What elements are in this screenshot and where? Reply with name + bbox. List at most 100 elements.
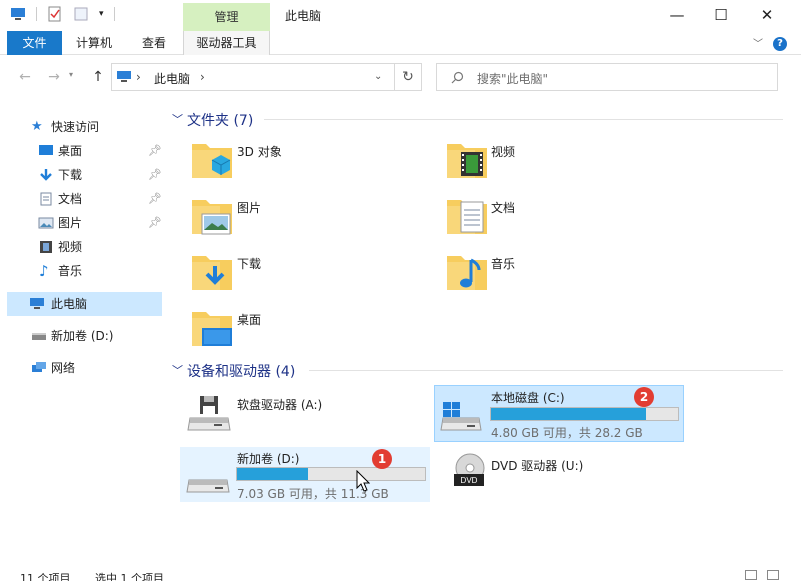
- sidebar-item-label: 文档: [58, 192, 83, 206]
- mouse-cursor-icon: [356, 470, 370, 492]
- documents-folder-icon[interactable]: [445, 194, 489, 238]
- drive-icon: [186, 479, 230, 493]
- collapse-icon[interactable]: ﹀: [172, 111, 183, 127]
- drive-c-tile[interactable]: 本地磁盘 (C:) 4.80 GB 可用，共 28.2 GB 2: [434, 385, 684, 442]
- folder-label[interactable]: 下载: [237, 255, 261, 272]
- folder-label[interactable]: 桌面: [237, 311, 261, 328]
- item-count: 11 个项目: [20, 572, 71, 581]
- recent-locations-icon[interactable]: ▾: [69, 70, 73, 79]
- tiles-view-icon[interactable]: [767, 570, 779, 580]
- dvd-drive-icon[interactable]: DVD: [452, 452, 488, 488]
- pictures-folder-icon[interactable]: [190, 194, 234, 238]
- picture-icon: [38, 217, 54, 229]
- breadcrumb-sep[interactable]: ›: [136, 70, 141, 84]
- sidebar-item-videos[interactable]: 视频: [0, 235, 162, 259]
- document-icon: [40, 192, 52, 206]
- search-placeholder: 搜索"此电脑": [477, 72, 549, 86]
- sidebar-item-label: 视频: [58, 240, 83, 254]
- sidebar-item-this-pc[interactable]: 此电脑: [7, 292, 162, 316]
- tab-view[interactable]: 查看: [134, 31, 174, 55]
- divider: [113, 7, 115, 21]
- sidebar-item-label: 此电脑: [51, 297, 88, 311]
- music-folder-icon[interactable]: [445, 250, 489, 294]
- properties-icon[interactable]: [47, 6, 63, 22]
- step-badge: 2: [634, 387, 654, 407]
- video-icon: [40, 241, 52, 253]
- close-button[interactable]: ✕: [754, 4, 780, 26]
- quick-access-toolbar: ▾: [10, 6, 115, 22]
- pin-icon[interactable]: 📌︎: [148, 163, 162, 187]
- ribbon-tabs: 文件 计算机 查看 驱动器工具 ﹀ ?: [0, 31, 801, 55]
- search-input[interactable]: 搜索"此电脑": [436, 63, 778, 91]
- sidebar-item-downloads[interactable]: 下载 📌︎: [0, 163, 162, 187]
- customize-qat-icon[interactable]: ▾: [99, 9, 104, 19]
- sidebar-item-quick-access[interactable]: ★ 快速访问: [0, 115, 162, 139]
- star-icon: ★: [31, 119, 43, 134]
- svg-text:DVD: DVD: [461, 476, 478, 485]
- search-icon: [451, 71, 464, 84]
- sidebar-item-label: 新加卷 (D:): [51, 329, 114, 343]
- pin-icon[interactable]: 📌︎: [148, 187, 162, 211]
- collapse-icon[interactable]: ﹀: [172, 362, 183, 378]
- folder-label[interactable]: 3D 对象: [237, 143, 282, 160]
- forward-button[interactable]: →: [44, 66, 64, 88]
- sidebar-item-network[interactable]: 网络: [0, 356, 162, 380]
- breadcrumb-sep[interactable]: ›: [200, 70, 205, 84]
- videos-folder-icon[interactable]: [445, 138, 489, 182]
- maximize-button[interactable]: ☐: [708, 4, 734, 26]
- refresh-button[interactable]: ↻: [395, 63, 422, 91]
- new-folder-icon[interactable]: [73, 6, 89, 22]
- back-button[interactable]: ←: [15, 66, 35, 88]
- computer-icon: [117, 71, 131, 82]
- computer-icon: [30, 298, 44, 309]
- 3d-objects-icon[interactable]: [190, 138, 234, 182]
- desktop-folder-icon[interactable]: [190, 306, 234, 350]
- tab-computer[interactable]: 计算机: [70, 31, 118, 55]
- drive-usage-bar: [236, 467, 426, 481]
- sidebar-item-label: 音乐: [58, 264, 83, 278]
- ribbon-expand-icon[interactable]: ﹀: [753, 35, 763, 50]
- sidebar-item-new-volume[interactable]: 新加卷 (D:): [0, 324, 162, 348]
- tab-drive-tools[interactable]: 驱动器工具: [183, 31, 270, 55]
- folder-label[interactable]: 图片: [237, 199, 261, 216]
- minimize-button[interactable]: —: [664, 4, 690, 26]
- pin-icon[interactable]: 📌︎: [148, 139, 162, 163]
- group-header-drives[interactable]: 设备和驱动器 (4): [187, 361, 295, 381]
- address-dropdown-icon[interactable]: ⌄: [374, 71, 382, 82]
- sidebar-item-desktop[interactable]: 桌面 📌︎: [0, 139, 162, 163]
- window-title: 此电脑: [285, 9, 322, 23]
- downloads-folder-icon[interactable]: [190, 250, 234, 294]
- floppy-drive-icon[interactable]: [186, 392, 232, 434]
- up-button[interactable]: ↑: [88, 66, 108, 88]
- help-icon[interactable]: ?: [773, 37, 787, 51]
- desktop-icon: [39, 145, 53, 155]
- sidebar-item-label: 图片: [58, 216, 83, 230]
- status-bar: 11 个项目 选中 1 个项目: [0, 568, 801, 581]
- tab-file[interactable]: 文件: [7, 31, 62, 55]
- sidebar-item-documents[interactable]: 文档 📌︎: [0, 187, 162, 211]
- drive-label[interactable]: 软盘驱动器 (A:): [237, 396, 322, 413]
- pin-icon[interactable]: 📌︎: [148, 211, 162, 235]
- sidebar-item-pictures[interactable]: 图片 📌︎: [0, 211, 162, 235]
- sidebar-item-label: 下载: [58, 168, 83, 182]
- drive-free-space: 4.80 GB 可用，共 28.2 GB: [491, 426, 643, 440]
- group-header-folders[interactable]: 文件夹 (7): [187, 110, 253, 130]
- sidebar-item-label: 网络: [51, 361, 76, 375]
- breadcrumb[interactable]: 此电脑: [154, 70, 190, 87]
- title-bar: ▾ 管理 此电脑 — ☐ ✕: [0, 0, 801, 31]
- music-icon: ♪: [39, 262, 49, 280]
- computer-icon[interactable]: [10, 6, 26, 22]
- tab-manage[interactable]: 管理: [183, 3, 270, 31]
- drive-label: 新加卷 (D:): [237, 452, 300, 466]
- selected-count: 选中 1 个项目: [95, 572, 164, 581]
- address-bar[interactable]: › 此电脑 › ⌄: [111, 63, 395, 91]
- folder-label[interactable]: 视频: [491, 143, 515, 160]
- drive-d-tile[interactable]: 新加卷 (D:) 7.03 GB 可用，共 11.3 GB 1: [180, 447, 430, 502]
- step-badge: 1: [372, 449, 392, 469]
- folder-label[interactable]: 音乐: [491, 255, 515, 272]
- details-view-icon[interactable]: [745, 570, 757, 580]
- sidebar-item-music[interactable]: ♪ 音乐: [0, 259, 162, 283]
- drive-label[interactable]: DVD 驱动器 (U:): [491, 457, 583, 474]
- folder-label[interactable]: 文档: [491, 199, 515, 216]
- drive-usage-bar: [490, 407, 679, 421]
